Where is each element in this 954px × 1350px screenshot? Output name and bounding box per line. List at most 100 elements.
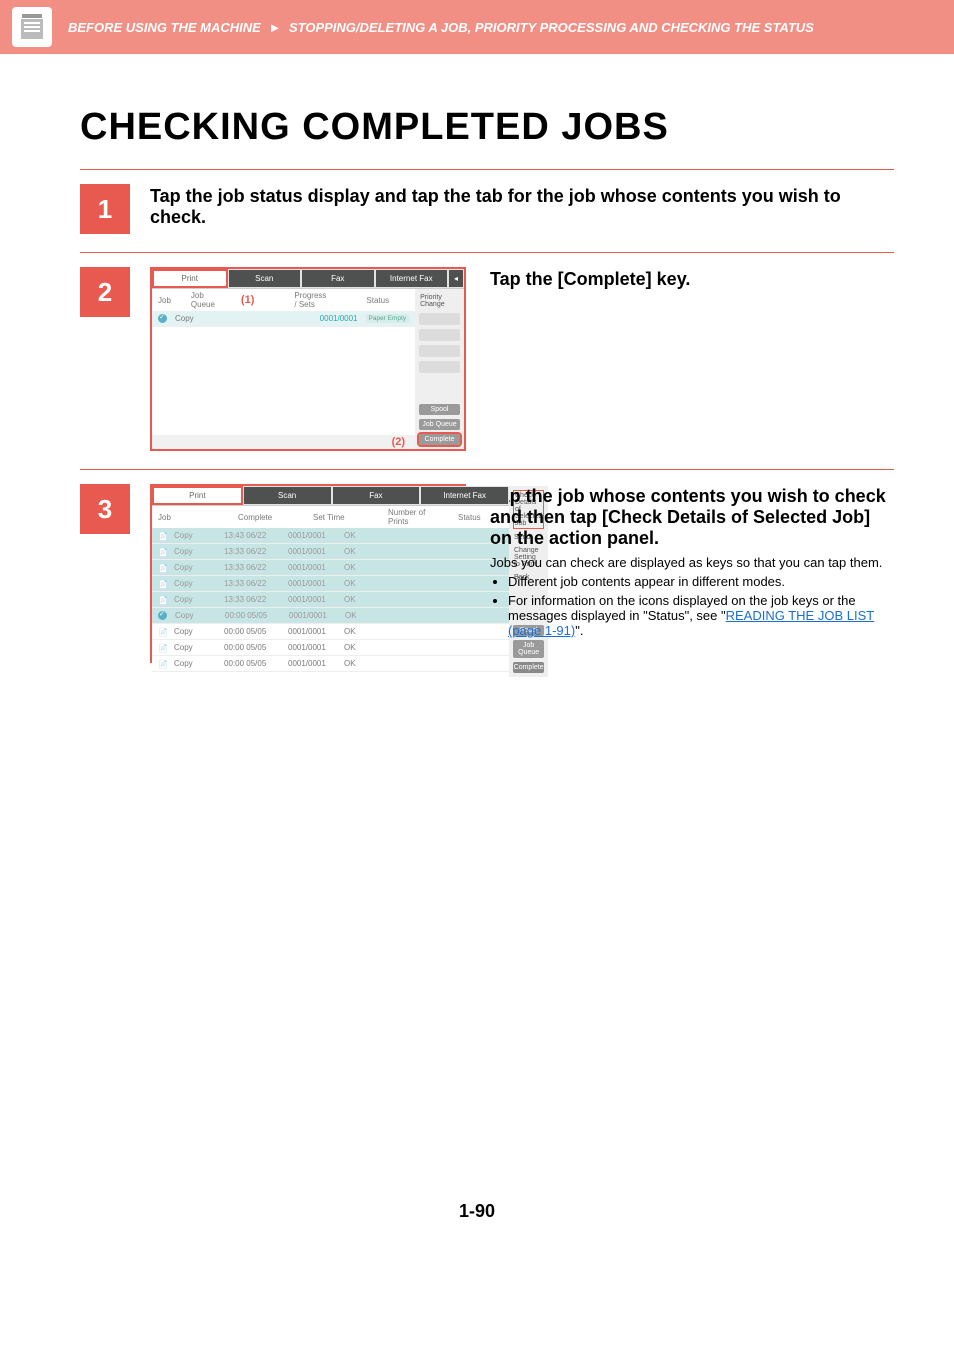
- job-status: OK: [344, 643, 356, 652]
- tab-fax[interactable]: Fax: [301, 269, 375, 288]
- job-status: OK: [344, 531, 356, 540]
- step-1: 1 Tap the job status display and tap the…: [80, 170, 894, 253]
- ghost-button: [419, 313, 460, 325]
- job-row[interactable]: Copy 0001/0001 Paper Empty: [152, 311, 415, 327]
- annotation-1: (1): [241, 294, 254, 306]
- doc-icon: 📄: [158, 548, 166, 556]
- job-num: 0001/0001: [288, 547, 336, 556]
- job-row[interactable]: 📄Copy00:00 05/050001/0001OK: [152, 640, 509, 656]
- job-time: 13:43 06/22: [224, 531, 280, 540]
- column-headers: Job Complete Set Time Number of Prints S…: [152, 506, 509, 528]
- step-3-title: Tap the job whose contents you wish to c…: [490, 486, 894, 549]
- breadcrumb-part1: BEFORE USING THE MACHINE: [68, 20, 261, 35]
- step-3-desc: Jobs you can check are displayed as keys…: [490, 555, 894, 570]
- job-time: 00:00 05/05: [224, 659, 280, 668]
- tab-internet-fax[interactable]: Internet Fax: [375, 269, 449, 288]
- ghost-button: [419, 361, 460, 373]
- job-progress: 0001/0001: [320, 314, 358, 323]
- job-row[interactable]: 📄 Copy 13:33 06/22 0001/0001 OK: [152, 592, 509, 608]
- job-row[interactable]: 📄Copy13:43 06/220001/0001OK: [152, 528, 509, 544]
- breadcrumb-arrow-icon: ►: [268, 20, 281, 35]
- priority-change[interactable]: Priority Change: [419, 293, 460, 309]
- job-row[interactable]: 📄 Copy 00:00 05/05 0001/0001 OK: [152, 656, 509, 672]
- job-row[interactable]: 📄 Copy 00:00 05/05 0001/0001 OK: [152, 624, 509, 640]
- job-time: 13:33 06/22: [224, 547, 280, 556]
- job-queue-button[interactable]: Job Queue: [419, 419, 460, 430]
- topbar: BEFORE USING THE MACHINE ► STOPPING/DELE…: [0, 0, 954, 54]
- job-name: Copy: [174, 563, 216, 572]
- action-panel: Priority Change Spool Job Queue Complete: [415, 289, 464, 449]
- job-name: Copy: [174, 659, 216, 668]
- step3-figure: Print Scan Fax Internet Fax Job Complete…: [150, 484, 466, 663]
- tab-fax[interactable]: Fax: [332, 486, 421, 505]
- step-2-title: Tap the [Complete] key.: [490, 269, 690, 290]
- tab-print[interactable]: Print: [152, 269, 228, 288]
- bullet-1: Different job contents appear in differe…: [508, 574, 894, 589]
- tab-scan[interactable]: Scan: [243, 486, 332, 505]
- job-row[interactable]: 📄 Copy 13:33 06/22 0001/0001 OK: [152, 576, 509, 592]
- job-num: 0001/0001: [288, 595, 336, 604]
- job-status: OK: [344, 563, 356, 572]
- expand-icon[interactable]: ◂: [448, 269, 464, 288]
- doc-icon: 📄: [158, 580, 166, 588]
- step-number: 1: [80, 184, 130, 234]
- doc-icon: 📄: [158, 532, 166, 540]
- job-row[interactable]: 📄 Copy 13:33 06/22 0001/0001 OK: [152, 560, 509, 576]
- job-time: 13:33 06/22: [224, 595, 280, 604]
- spool-button[interactable]: Spool: [419, 404, 460, 415]
- breadcrumb-part2: STOPPING/DELETING A JOB, PRIORITY PROCES…: [289, 20, 814, 35]
- doc-icon: 📄: [158, 660, 166, 668]
- job-name: Copy: [174, 643, 216, 652]
- step-1-title: Tap the job status display and tap the t…: [150, 186, 894, 228]
- breadcrumb: BEFORE USING THE MACHINE ► STOPPING/DELE…: [68, 20, 814, 35]
- job-name: Copy: [175, 314, 194, 323]
- job-num: 0001/0001: [288, 659, 336, 668]
- job-status: OK: [344, 659, 356, 668]
- step-3: 3 Print Scan Fax Internet Fax Job Comp: [80, 470, 894, 681]
- job-time: 13:33 06/22: [224, 563, 280, 572]
- step-number: 2: [80, 267, 130, 317]
- job-status: OK: [344, 547, 356, 556]
- page-number: 1-90: [0, 1201, 954, 1252]
- job-name: Copy: [174, 627, 216, 636]
- job-name: Copy: [174, 547, 216, 556]
- tab-scan[interactable]: Scan: [228, 269, 302, 288]
- job-time: 00:00 05/05: [224, 627, 280, 636]
- tab-print[interactable]: Print: [152, 486, 243, 505]
- check-icon: [158, 611, 167, 620]
- job-time: 13:33 06/22: [224, 579, 280, 588]
- job-status: OK: [345, 611, 357, 620]
- job-status: OK: [344, 579, 356, 588]
- job-queue-button[interactable]: Job Queue: [513, 640, 544, 658]
- status-badge: Paper Empty: [366, 314, 410, 323]
- complete-button[interactable]: Complete: [513, 662, 544, 673]
- job-status: OK: [344, 627, 356, 636]
- step-number: 3: [80, 484, 130, 534]
- job-num: 0001/0001: [289, 611, 337, 620]
- job-name: Copy: [174, 579, 216, 588]
- annotation-2: (2): [392, 436, 405, 448]
- job-status: OK: [344, 595, 356, 604]
- ghost-button: [419, 329, 460, 341]
- job-name: Copy: [174, 595, 216, 604]
- column-headers: Job Job Queue (1) Progress / Sets Status: [152, 289, 415, 311]
- job-time: 00:00 05/05: [225, 611, 281, 620]
- job-row[interactable]: Copy 00:00 05/05 0001/0001 OK: [152, 608, 509, 624]
- job-num: 0001/0001: [288, 579, 336, 588]
- job-row[interactable]: 📄 Copy 13:33 06/22 0001/0001 OK: [152, 544, 509, 560]
- job-num: 0001/0001: [288, 563, 336, 572]
- check-icon: [158, 314, 167, 323]
- job-name: Copy: [175, 611, 217, 620]
- doc-icon: 📄: [158, 596, 166, 604]
- complete-button[interactable]: Complete: [419, 434, 460, 445]
- step-2: 2 Print Scan Fax Internet Fax ◂ Job Job …: [80, 253, 894, 470]
- job-name: Copy: [174, 531, 216, 540]
- doc-icon: 📄: [158, 628, 166, 636]
- job-time: 00:00 05/05: [224, 643, 280, 652]
- doc-icon: 📄: [158, 644, 166, 652]
- doc-icon: 📄: [158, 564, 166, 572]
- bullet-2: For information on the icons displayed o…: [508, 593, 894, 638]
- page-title: CHECKING COMPLETED JOBS: [80, 106, 894, 149]
- tab-internet-fax[interactable]: Internet Fax: [420, 486, 509, 505]
- job-num: 0001/0001: [288, 627, 336, 636]
